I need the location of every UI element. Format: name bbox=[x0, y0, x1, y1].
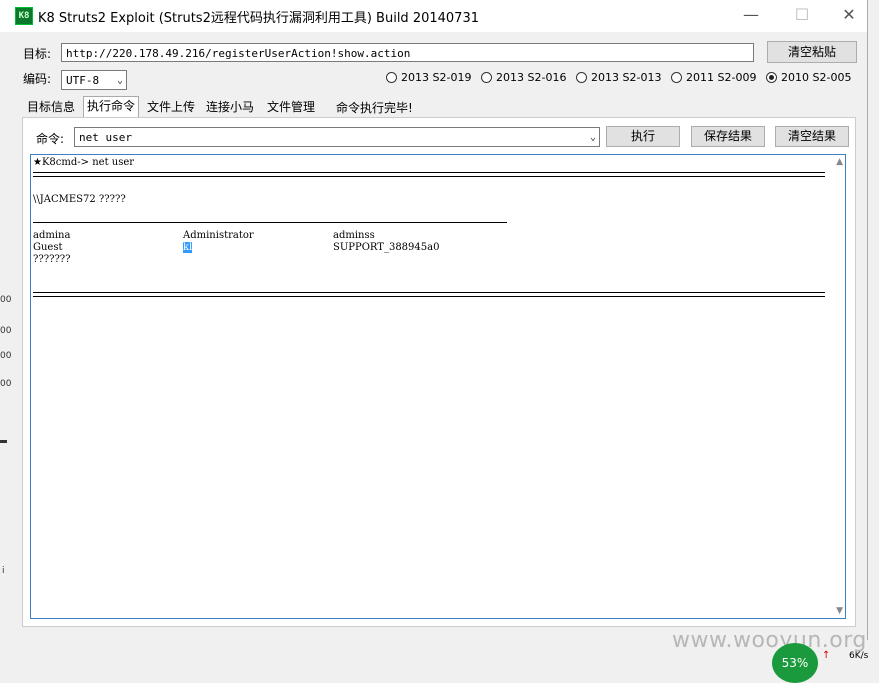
tab-0[interactable]: 目标信息 bbox=[24, 98, 78, 117]
clear-paste-button[interactable]: 清空粘贴 bbox=[767, 41, 857, 63]
output-textarea[interactable]: ★K8cmd-> net user \\JACMES72 ????? admin… bbox=[30, 154, 846, 619]
background-text: i bbox=[2, 566, 5, 576]
app-window: K8 K8 Struts2 Exploit (Struts2远程代码执行漏洞利用… bbox=[0, 0, 868, 640]
arrow-up-icon: ↑ bbox=[822, 650, 831, 661]
radio-unchecked-icon[interactable] bbox=[576, 72, 587, 83]
radio-label: 2013 S2-016 bbox=[496, 71, 567, 84]
output-cell: Guest bbox=[33, 242, 63, 253]
save-results-button[interactable]: 保存结果 bbox=[691, 126, 765, 147]
encoding-label: 编码: bbox=[23, 72, 52, 86]
radio-label: 2010 S2-005 bbox=[781, 71, 852, 84]
app-icon: K8 bbox=[15, 7, 33, 25]
output-prompt: ★K8cmd-> net user bbox=[33, 157, 135, 168]
tab-3[interactable]: 连接小马 bbox=[203, 98, 257, 117]
title-bar[interactable]: K8 K8 Struts2 Exploit (Struts2远程代码执行漏洞利用… bbox=[0, 0, 867, 32]
close-button[interactable]: ✕ bbox=[826, 0, 872, 30]
tab-1[interactable]: 执行命令 bbox=[83, 96, 140, 117]
execute-button[interactable]: 执行 bbox=[606, 126, 680, 147]
scroll-up-icon[interactable]: ▲ bbox=[836, 157, 843, 167]
window-title: K8 Struts2 Exploit (Struts2远程代码执行漏洞利用工具)… bbox=[38, 11, 479, 26]
network-speed: 6K/s bbox=[849, 651, 869, 661]
tab-4[interactable]: 文件管理 bbox=[264, 98, 318, 117]
command-value: net user bbox=[79, 131, 132, 144]
background-text: 00 bbox=[0, 326, 12, 336]
exploit-radio-option[interactable]: 2013 S2-013 bbox=[576, 71, 661, 87]
target-url-input[interactable]: http://220.178.49.216/registerUserAction… bbox=[61, 43, 754, 62]
tab-2[interactable]: 文件上传 bbox=[144, 98, 198, 117]
radio-unchecked-icon[interactable] bbox=[481, 72, 492, 83]
clear-results-button[interactable]: 清空结果 bbox=[775, 126, 849, 147]
output-header: \\JACMES72 ????? bbox=[33, 194, 126, 205]
output-footer: ??????? bbox=[33, 254, 71, 265]
output-divider bbox=[33, 292, 825, 297]
exploit-radio-option[interactable]: 2011 S2-009 bbox=[671, 71, 756, 87]
target-label: 目标: bbox=[23, 47, 52, 61]
radio-checked-icon[interactable] bbox=[766, 72, 777, 83]
background-text: 00 bbox=[0, 351, 12, 361]
radio-label: 2013 S2-013 bbox=[591, 71, 662, 84]
command-label: 命令: bbox=[36, 132, 65, 146]
output-separator bbox=[33, 222, 507, 223]
exploit-radio-option[interactable]: 2010 S2-005 bbox=[766, 71, 851, 87]
radio-label: 2011 S2-009 bbox=[686, 71, 757, 84]
radio-unchecked-icon[interactable] bbox=[671, 72, 682, 83]
output-cell: adminss bbox=[333, 230, 375, 241]
selected-text[interactable]: kl bbox=[183, 242, 193, 253]
output-cell: SUPPORT_388945a0 bbox=[333, 242, 440, 253]
minimize-button[interactable]: — bbox=[728, 0, 774, 30]
background-text: 00 bbox=[0, 379, 12, 389]
cpu-usage-badge: 53% bbox=[772, 643, 818, 683]
status-text: 命令执行完毕! bbox=[336, 101, 413, 115]
encoding-select[interactable]: UTF-8 ⌄ bbox=[61, 70, 127, 90]
radio-label: 2013 S2-019 bbox=[401, 71, 472, 84]
radio-unchecked-icon[interactable] bbox=[386, 72, 397, 83]
encoding-value: UTF-8 bbox=[66, 74, 100, 87]
exploit-radio-option[interactable]: 2013 S2-016 bbox=[481, 71, 566, 87]
output-divider bbox=[33, 172, 825, 177]
watermark: www.wooyun.org bbox=[672, 628, 867, 653]
command-input[interactable]: net user ⌄ bbox=[74, 127, 600, 147]
chevron-down-icon: ⌄ bbox=[589, 132, 596, 143]
exploit-radio-option[interactable]: 2013 S2-019 bbox=[386, 71, 471, 87]
chevron-down-icon: ⌄ bbox=[116, 75, 123, 86]
background-line bbox=[0, 440, 7, 443]
maximize-button[interactable]: ☐ bbox=[779, 0, 825, 30]
scroll-down-icon[interactable]: ▼ bbox=[836, 606, 843, 616]
output-cell: admina bbox=[33, 230, 71, 241]
background-text: 00 bbox=[0, 295, 12, 305]
output-cell: Administrator bbox=[183, 230, 254, 241]
